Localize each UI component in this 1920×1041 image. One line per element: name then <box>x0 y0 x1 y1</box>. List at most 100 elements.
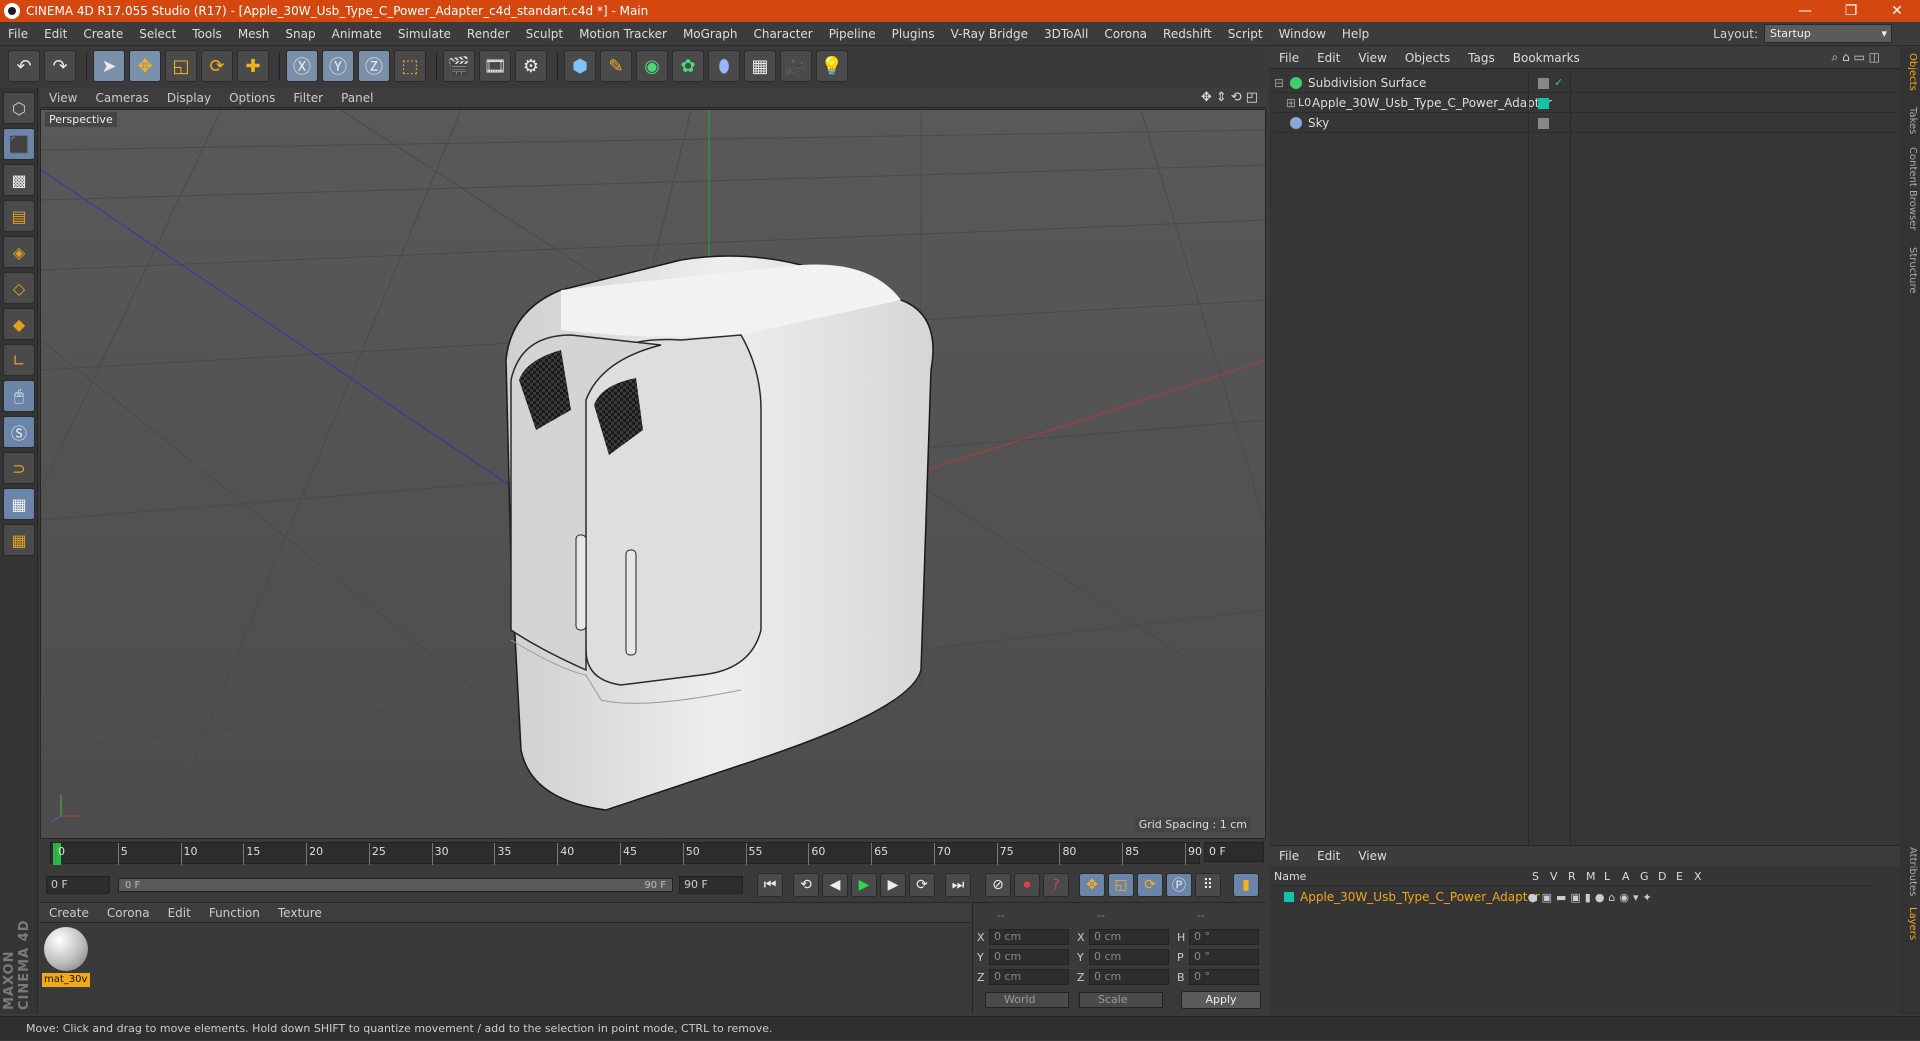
object-row-subdivision[interactable]: ⊟ Subdivision Surface <box>1274 73 1896 93</box>
objects-menu-edit[interactable]: Edit <box>1308 51 1349 65</box>
tree-expand-icon[interactable]: ⊞ <box>1286 96 1298 110</box>
menu-mograph[interactable]: MoGraph <box>675 22 746 46</box>
objects-menu-tags[interactable]: Tags <box>1459 51 1504 65</box>
menu-motion-tracker[interactable]: Motion Tracker <box>571 22 675 46</box>
material-name-label[interactable]: mat_30v <box>42 973 90 987</box>
objects-menu-bookmarks[interactable]: Bookmarks <box>1504 51 1589 65</box>
objects-menu-file[interactable]: File <box>1270 51 1308 65</box>
record-button[interactable]: ⏺ <box>1014 873 1040 897</box>
y-axis-button[interactable]: Ⓨ <box>322 50 354 82</box>
viewport-menu-display[interactable]: Display <box>158 91 220 105</box>
workplane-mode-button[interactable]: ▤ <box>3 200 35 232</box>
render-picture-viewer-button[interactable]: 🎞 <box>479 50 511 82</box>
viewport-menu-view[interactable]: View <box>40 91 86 105</box>
prev-key-button[interactable]: ⟲ <box>793 873 819 897</box>
layers-menu-file[interactable]: File <box>1270 849 1308 863</box>
viewport-menu-options[interactable]: Options <box>220 91 284 105</box>
timeline-ruler[interactable]: 0 5 10 15 20 25 30 35 40 45 50 55 60 65 70 75 80 85 90 <box>50 842 1202 865</box>
maximize-button[interactable]: ❐ <box>1828 0 1874 22</box>
coordinate-system-button[interactable]: ⬚ <box>394 50 426 82</box>
next-key-button[interactable]: ⟳ <box>909 873 935 897</box>
minimize-button[interactable]: — <box>1782 0 1828 22</box>
objects-menu-view[interactable]: View <box>1349 51 1395 65</box>
close-button[interactable]: ✕ <box>1874 0 1920 22</box>
rotation-p-field[interactable]: 0 ° <box>1189 949 1259 965</box>
camera-button[interactable]: 🎥 <box>780 50 812 82</box>
lock-workplane-button[interactable]: ▦ <box>3 488 35 520</box>
enabled-check-icon[interactable]: ✓ <box>1554 77 1565 88</box>
tab-takes[interactable]: Takes <box>1902 107 1918 134</box>
tab-layers[interactable]: Layers <box>1902 907 1918 940</box>
tab-attributes[interactable]: Attributes <box>1902 847 1918 896</box>
menu-simulate[interactable]: Simulate <box>390 22 459 46</box>
menu-animate[interactable]: Animate <box>324 22 390 46</box>
object-search-icon[interactable]: ⌕ ⌂ ▭ ◫ <box>1832 50 1880 65</box>
step-forward-button[interactable]: ▶ <box>880 873 906 897</box>
menu-plugins[interactable]: Plugins <box>884 22 943 46</box>
key-parameter-button[interactable]: Ⓟ <box>1166 873 1192 897</box>
position-x-field[interactable]: 0 cm <box>989 929 1069 945</box>
perspective-viewport[interactable]: Perspective Grid Spacing : 1 cm <box>40 109 1266 839</box>
x-axis-button[interactable]: Ⓧ <box>286 50 318 82</box>
layer-row[interactable]: Apple_30W_Usb_Type_C_Power_Adapter ●▣▬▣▮… <box>1274 888 1874 906</box>
menu-edit[interactable]: Edit <box>36 22 75 46</box>
model-mode-button[interactable]: ⬛ <box>3 128 35 160</box>
current-frame-field[interactable]: 0 F <box>1204 842 1264 862</box>
live-selection-button[interactable]: ➤ <box>93 50 125 82</box>
play-button[interactable]: ▶ <box>851 873 877 897</box>
axis-mode-button[interactable]: ∟ <box>3 344 35 376</box>
position-y-field[interactable]: 0 cm <box>989 949 1069 965</box>
step-back-button[interactable]: ◀ <box>822 873 848 897</box>
coordinate-space-dropdown[interactable]: World <box>985 992 1069 1008</box>
key-scale-button[interactable]: ◱ <box>1108 873 1134 897</box>
render-settings-button[interactable]: ⚙ <box>515 50 547 82</box>
redo-button[interactable]: ↷ <box>44 50 76 82</box>
auto-key-button[interactable]: ? <box>1043 873 1069 897</box>
material-menu-function[interactable]: Function <box>200 906 269 920</box>
material-menu-corona[interactable]: Corona <box>98 906 159 920</box>
layer-color-tag[interactable] <box>1538 98 1549 109</box>
material-preview-sphere[interactable] <box>44 927 88 971</box>
layout-dropdown[interactable]: Startup <box>1764 24 1892 43</box>
start-frame-field[interactable]: 0 F <box>46 876 110 894</box>
tree-collapse-icon[interactable]: ⊟ <box>1274 76 1290 90</box>
menu-render[interactable]: Render <box>459 22 518 46</box>
scale-tool-button[interactable]: ◱ <box>165 50 197 82</box>
pan-icon[interactable]: ✥ <box>1201 90 1212 105</box>
recent-tool-button[interactable]: ✚ <box>237 50 269 82</box>
maximize-view-icon[interactable]: ◰ <box>1246 90 1258 105</box>
position-z-field[interactable]: 0 cm <box>989 969 1069 985</box>
menu-corona[interactable]: Corona <box>1096 22 1155 46</box>
deformer-button[interactable]: ⬮ <box>708 50 740 82</box>
menu-create[interactable]: Create <box>75 22 131 46</box>
tweak-mode-button[interactable]: 🖱 <box>3 380 35 412</box>
key-rotation-button[interactable]: ⟳ <box>1137 873 1163 897</box>
menu-tools[interactable]: Tools <box>184 22 230 46</box>
layer-flag-icons[interactable]: ●▣▬▣▮●⌂◉▾✦ <box>1528 891 1656 904</box>
undo-button[interactable]: ↶ <box>8 50 40 82</box>
menu-pipeline[interactable]: Pipeline <box>821 22 884 46</box>
rotation-h-field[interactable]: 0 ° <box>1189 929 1259 945</box>
object-row-sky[interactable]: Sky <box>1274 113 1896 133</box>
tab-structure[interactable]: Structure <box>1902 247 1918 294</box>
rotate-tool-button[interactable]: ⟳ <box>201 50 233 82</box>
apply-button[interactable]: Apply <box>1181 991 1261 1009</box>
move-tool-button[interactable]: ✥ <box>129 50 161 82</box>
end-frame-field[interactable]: 90 F <box>679 876 743 894</box>
floor-button[interactable]: ▦ <box>744 50 776 82</box>
menu-sculpt[interactable]: Sculpt <box>518 22 571 46</box>
frame-range-slider[interactable]: 0 F 90 F <box>118 878 673 892</box>
timeline-window-button[interactable]: ▮ <box>1233 873 1259 897</box>
menu-help[interactable]: Help <box>1334 22 1377 46</box>
key-position-button[interactable]: ✥ <box>1079 873 1105 897</box>
material-menu-texture[interactable]: Texture <box>269 906 331 920</box>
subdivision-generator-button[interactable]: ◉ <box>636 50 668 82</box>
key-pla-button[interactable]: ⠿ <box>1195 873 1221 897</box>
orbit-icon[interactable]: ⟲ <box>1231 90 1242 105</box>
object-row-adapter[interactable]: ⊞ L0 Apple_30W_Usb_Type_C_Power_Adapter <box>1274 93 1896 113</box>
menu-3dtoall[interactable]: 3DToAll <box>1036 22 1096 46</box>
menu-script[interactable]: Script <box>1220 22 1271 46</box>
tab-content-browser[interactable]: Content Browser <box>1902 147 1918 230</box>
tab-objects[interactable]: Objects <box>1902 53 1918 91</box>
viewport-menu-filter[interactable]: Filter <box>284 91 332 105</box>
